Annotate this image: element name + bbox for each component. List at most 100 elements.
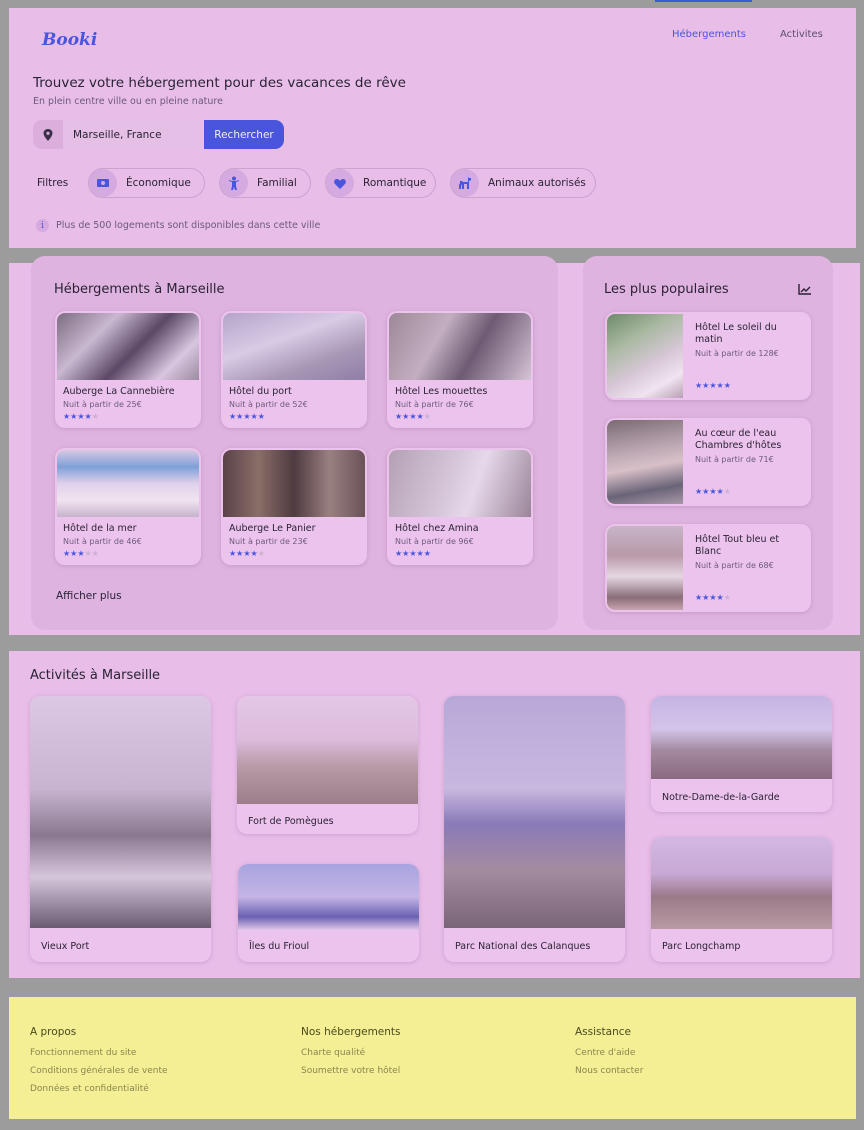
page-subtitle: En plein centre ville ou en pleine natur… — [33, 96, 223, 107]
activity-image — [444, 696, 625, 928]
hotel-card[interactable]: Hôtel de la mer Nuit à partir de 46€ ★★★… — [55, 448, 201, 565]
info-message: i Plus de 500 logements sont disponibles… — [36, 219, 320, 232]
star-filled-icon: ★ — [709, 593, 717, 602]
filter-label: Animaux autorisés — [488, 177, 586, 189]
search-button[interactable]: Rechercher — [204, 120, 284, 149]
star-empty-icon: ★ — [257, 549, 265, 558]
hotel-card[interactable]: Hôtel chez Amina Nuit à partir de 96€ ★★… — [387, 448, 533, 565]
show-more-link[interactable]: Afficher plus — [56, 590, 122, 602]
activity-image — [651, 837, 832, 929]
filter-romantique[interactable]: Romantique — [325, 168, 436, 198]
footer-link[interactable]: Fonctionnement du site — [30, 1048, 168, 1058]
activity-label: Parc Longchamp — [662, 941, 741, 952]
hotel-image — [389, 313, 531, 380]
filter-label: Romantique — [363, 177, 427, 189]
footer-column-hebergements: Nos hébergements Charte qualité Soumettr… — [301, 1026, 401, 1084]
hotel-name: Hôtel du port — [229, 386, 292, 397]
activity-label: Notre-Dame-de-la-Garde — [662, 792, 780, 803]
activity-card[interactable]: Notre-Dame-de-la-Garde — [651, 696, 832, 812]
star-filled-icon: ★ — [716, 487, 724, 496]
dog-icon — [451, 169, 479, 197]
top-accent-line — [655, 0, 752, 2]
filter-familial[interactable]: Familial — [219, 168, 311, 198]
star-filled-icon: ★ — [243, 412, 251, 421]
star-filled-icon: ★ — [84, 412, 92, 421]
nav-link-hebergements[interactable]: Hébergements — [672, 29, 746, 40]
logo[interactable]: Booki — [42, 30, 97, 50]
activity-card[interactable]: Fort de Pomègues — [237, 696, 418, 834]
hotel-image — [57, 450, 199, 517]
star-empty-icon: ★ — [91, 549, 99, 558]
hotel-name: Au cœur de l'eau Chambres d'hôtes — [695, 428, 782, 451]
footer-link[interactable]: Soumettre votre hôtel — [301, 1066, 401, 1076]
popular-hotel-card[interactable]: Hôtel Le soleil du matin Nuit à partir d… — [605, 312, 811, 400]
hotels-section: Hébergements à Marseille Auberge La Cann… — [9, 256, 860, 635]
hotel-price: Nuit à partir de 52€ — [229, 400, 308, 409]
heart-icon — [326, 169, 354, 197]
filter-animaux[interactable]: Animaux autorisés — [450, 168, 596, 198]
activity-label: Vieux Port — [41, 941, 90, 952]
activity-card[interactable]: Îles du Frioul — [238, 864, 419, 962]
nav-link-activites[interactable]: Activites — [780, 29, 823, 40]
hotel-rating: ★★★★★ — [395, 412, 431, 421]
popular-hotel-card[interactable]: Hôtel Tout bleu et Blanc Nuit à partir d… — [605, 524, 811, 612]
hotel-card[interactable]: Auberge Le Panier Nuit à partir de 23€ ★… — [221, 448, 367, 565]
footer-heading: Nos hébergements — [301, 1026, 401, 1038]
search-input[interactable] — [63, 120, 204, 149]
footer-link[interactable]: Centre d'aide — [575, 1048, 643, 1058]
hotel-image — [607, 420, 683, 504]
star-empty-icon: ★ — [84, 549, 92, 558]
star-empty-icon: ★ — [91, 412, 99, 421]
hotel-rating: ★★★★★ — [695, 487, 731, 496]
star-filled-icon: ★ — [409, 412, 417, 421]
footer-link[interactable]: Conditions générales de vente — [30, 1066, 168, 1076]
hotel-rating: ★★★★★ — [63, 412, 99, 421]
star-filled-icon: ★ — [250, 412, 258, 421]
star-empty-icon: ★ — [423, 412, 431, 421]
search-bar: Rechercher — [33, 120, 284, 149]
hotel-image — [223, 313, 365, 380]
hotel-card[interactable]: Hôtel Les mouettes Nuit à partir de 76€ … — [387, 311, 533, 428]
star-empty-icon: ★ — [723, 593, 731, 602]
hotel-price: Nuit à partir de 71€ — [695, 455, 774, 464]
star-filled-icon: ★ — [716, 381, 724, 390]
hotel-price: Nuit à partir de 96€ — [395, 537, 474, 546]
hotel-rating: ★★★★★ — [63, 549, 99, 558]
footer-link[interactable]: Charte qualité — [301, 1048, 401, 1058]
star-filled-icon: ★ — [423, 549, 431, 558]
popular-panel: Les plus populaires Hôtel Le soleil du m… — [583, 256, 833, 630]
filter-economique[interactable]: Économique — [88, 168, 205, 198]
activity-image — [30, 696, 211, 928]
info-icon: i — [36, 219, 49, 232]
activity-image — [237, 696, 418, 804]
hotel-price: Nuit à partir de 25€ — [63, 400, 142, 409]
filter-label: Familial — [257, 177, 297, 189]
star-filled-icon: ★ — [709, 381, 717, 390]
footer-link[interactable]: Nous contacter — [575, 1066, 643, 1076]
footer-link[interactable]: Données et confidentialité — [30, 1084, 168, 1094]
popular-hotel-card[interactable]: Au cœur de l'eau Chambres d'hôtes Nuit à… — [605, 418, 811, 506]
activity-image — [651, 696, 832, 779]
star-filled-icon: ★ — [257, 412, 265, 421]
hotel-image — [223, 450, 365, 517]
activities-title: Activités à Marseille — [30, 668, 161, 683]
header-section: Booki Hébergements Activites Trouvez vot… — [9, 8, 856, 248]
activity-card[interactable]: Vieux Port — [30, 696, 211, 962]
activity-card[interactable]: Parc Longchamp — [651, 837, 832, 962]
star-filled-icon: ★ — [709, 487, 717, 496]
hotel-card[interactable]: Auberge La Cannebière Nuit à partir de 2… — [55, 311, 201, 428]
hotel-image — [607, 526, 683, 610]
hotel-name: Hôtel chez Amina — [395, 523, 479, 534]
footer-heading: Assistance — [575, 1026, 631, 1038]
hotel-name: Auberge Le Panier — [229, 523, 316, 534]
hotels-panel: Hébergements à Marseille Auberge La Cann… — [31, 256, 558, 630]
filters-label: Filtres — [37, 177, 69, 189]
hotel-price: Nuit à partir de 46€ — [63, 537, 142, 546]
hotel-price: Nuit à partir de 23€ — [229, 537, 308, 546]
activity-card[interactable]: Parc National des Calanques — [444, 696, 625, 962]
footer-heading: A propos — [30, 1026, 77, 1038]
footer-column-assistance: Assistance Centre d'aide Nous contacter — [575, 1026, 643, 1084]
money-icon — [89, 169, 117, 197]
hotel-card[interactable]: Hôtel du port Nuit à partir de 52€ ★★★★★ — [221, 311, 367, 428]
hotel-rating: ★★★★★ — [229, 549, 265, 558]
